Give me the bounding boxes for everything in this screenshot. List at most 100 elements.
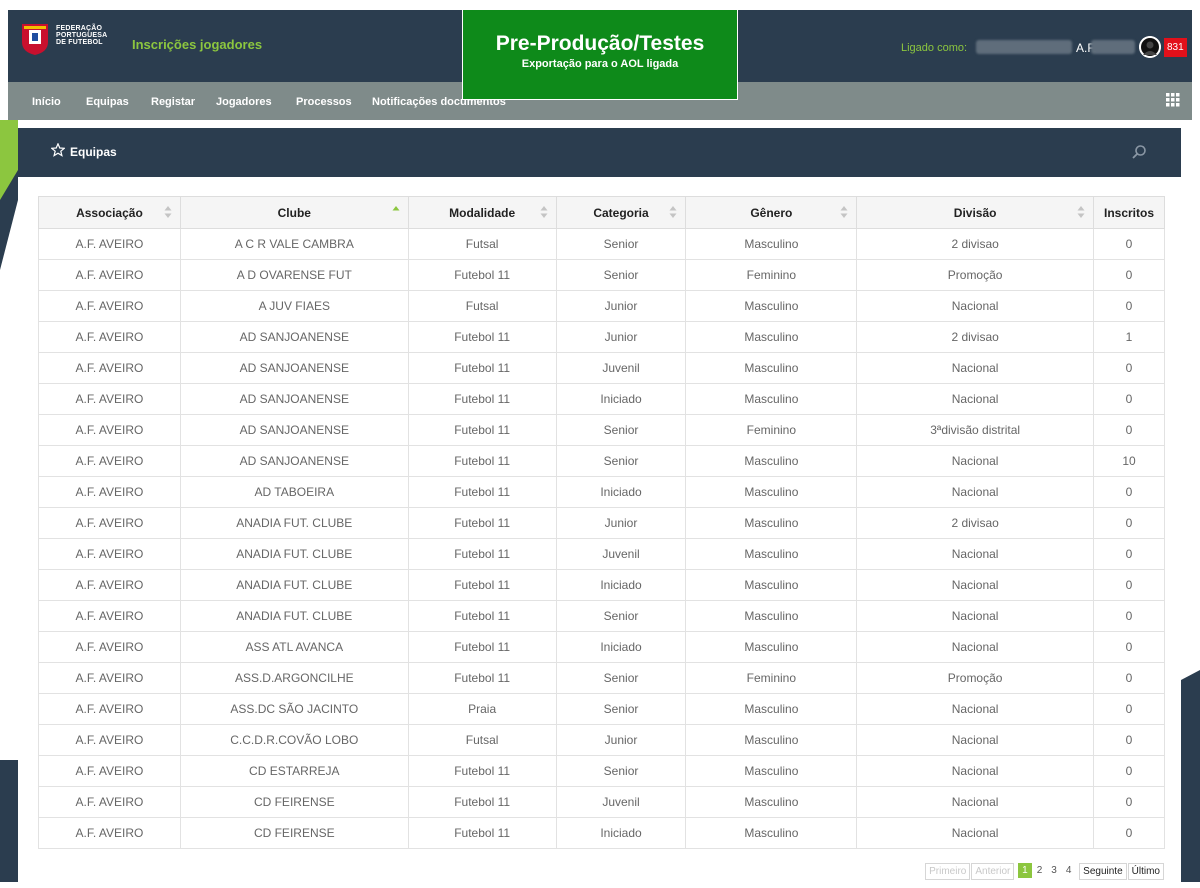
table-row[interactable]: A.F. AVEIRO ANADIA FUT. CLUBE Futebol 11 Se… — [38, 600, 1166, 632]
cell-clube: ANADIA FUT. CLUBE — [179, 507, 409, 539]
cell-categoria: Senior — [555, 414, 687, 446]
column-header-6[interactable]: Inscritos — [1092, 196, 1166, 229]
cell-genero: Masculino — [685, 817, 858, 849]
column-header-5[interactable]: Divisão — [856, 196, 1094, 229]
cell-modalidade: Futebol 11 — [407, 600, 557, 632]
cell-genero: Masculino — [685, 600, 858, 632]
environment-banner: Pre-Produção/Testes Exportação para o AO… — [462, 10, 738, 100]
table-row[interactable]: A.F. AVEIRO ANADIA FUT. CLUBE Futebol 11 In… — [38, 569, 1166, 601]
column-header-3[interactable]: Categoria — [555, 196, 687, 229]
pagination-page-1[interactable]: 1 — [1018, 863, 1032, 878]
cell-clube: ANADIA FUT. CLUBE — [179, 569, 409, 601]
column-header-2[interactable]: Modalidade — [407, 196, 557, 229]
cell-genero: Masculino — [685, 755, 858, 787]
cell-clube: A D OVARENSE FUT — [179, 259, 409, 291]
cell-clube: ANADIA FUT. CLUBE — [179, 600, 409, 632]
sort-icon — [540, 206, 548, 218]
cell-categoria: Juvenil — [555, 352, 687, 384]
cell-modalidade: Futsal — [407, 228, 557, 260]
cell-clube: AD SANJOANENSE — [179, 445, 409, 477]
cell-clube: AD TABOEIRA — [179, 476, 409, 508]
table-row[interactable]: A.F. AVEIRO AD SANJOANENSE Futebol 11 Inici… — [38, 383, 1166, 415]
sort-icon — [164, 206, 172, 218]
cell-categoria: Senior — [555, 228, 687, 260]
nav-item-registar[interactable]: Registar — [151, 96, 195, 108]
cell-categoria: Juvenil — [555, 538, 687, 570]
column-header-4[interactable]: Gênero — [685, 196, 858, 229]
column-header-0[interactable]: Associação — [38, 196, 181, 229]
cell-divisao: Nacional — [856, 352, 1094, 384]
nav-item-equipas[interactable]: Equipas — [86, 96, 129, 108]
pagination-next-button[interactable]: Seguinte — [1079, 863, 1127, 880]
cell-modalidade: Futebol 11 — [407, 786, 557, 818]
grid-icon[interactable] — [1166, 93, 1180, 107]
cell-modalidade: Futebol 11 — [407, 631, 557, 663]
table-row[interactable]: A.F. AVEIRO AD SANJOANENSE Futebol 11 Junio… — [38, 321, 1166, 353]
cell-divisao: Nacional — [856, 445, 1094, 477]
cell-clube: CD ESTARREJA — [179, 755, 409, 787]
cell-inscritos: 0 — [1092, 600, 1166, 632]
table-row[interactable]: A.F. AVEIRO A C R VALE CAMBRA Futsal Senior… — [38, 228, 1166, 260]
table-row[interactable]: A.F. AVEIRO A D OVARENSE FUT Futebol 11 Sen… — [38, 259, 1166, 291]
cell-categoria: Iniciado — [555, 383, 687, 415]
cell-modalidade: Futebol 11 — [407, 755, 557, 787]
pagination-last-button[interactable]: Último — [1127, 863, 1164, 880]
table-row[interactable]: A.F. AVEIRO AD SANJOANENSE Futebol 11 Senio… — [38, 414, 1166, 446]
cell-modalidade: Futebol 11 — [407, 538, 557, 570]
nav-item-processos[interactable]: Processos — [296, 96, 352, 108]
cell-divisao: Nacional — [856, 755, 1094, 787]
table-row[interactable]: A.F. AVEIRO ANADIA FUT. CLUBE Futebol 11 Ju… — [38, 538, 1166, 570]
pagination-previous-button[interactable]: Anterior — [971, 863, 1015, 880]
cell-divisao: Nacional — [856, 569, 1094, 601]
cell-divisao: Nacional — [856, 631, 1094, 663]
column-header-label: Clube — [277, 205, 311, 220]
sort-icon — [840, 206, 848, 218]
user-affiliation-redacted — [1091, 40, 1135, 54]
search-icon[interactable] — [1131, 144, 1147, 160]
cell-inscritos: 0 — [1092, 228, 1166, 260]
cell-genero: Masculino — [685, 383, 858, 415]
cell-inscritos: 0 — [1092, 290, 1166, 322]
table-row[interactable]: A.F. AVEIRO ASS.DC SÃO JACINTO Praia Senior… — [38, 693, 1166, 725]
cell-inscritos: 0 — [1092, 414, 1166, 446]
cell-associacao: A.F. AVEIRO — [38, 631, 181, 663]
cell-clube: AD SANJOANENSE — [179, 383, 409, 415]
column-header-1[interactable]: Clube — [179, 196, 409, 229]
cell-associacao: A.F. AVEIRO — [38, 445, 181, 477]
cell-inscritos: 0 — [1092, 724, 1166, 756]
pagination-page-2[interactable]: 2 — [1033, 863, 1047, 878]
table-row[interactable]: A.F. AVEIRO CD FEIRENSE Futebol 11 Juvenil M… — [38, 786, 1166, 818]
cell-associacao: A.F. AVEIRO — [38, 662, 181, 694]
app-title[interactable]: Inscrições jogadores — [132, 37, 262, 52]
table-row[interactable]: A.F. AVEIRO AD SANJOANENSE Futebol 11 Juven… — [38, 352, 1166, 384]
pagination-page-3[interactable]: 3 — [1047, 863, 1061, 878]
pagination-page-4[interactable]: 4 — [1062, 863, 1076, 878]
equipas-panel: Equipas Associação Clube Modalidade Categor… — [18, 128, 1181, 888]
table-row[interactable]: A.F. AVEIRO CD FEIRENSE Futebol 11 Iniciado… — [38, 817, 1166, 849]
cell-modalidade: Futebol 11 — [407, 507, 557, 539]
table-row[interactable]: A.F. AVEIRO AD SANJOANENSE Futebol 11 Senio… — [38, 445, 1166, 477]
table-row[interactable]: A.F. AVEIRO AD TABOEIRA Futebol 11 Iniciado… — [38, 476, 1166, 508]
cell-categoria: Juvenil — [555, 786, 687, 818]
cell-categoria: Junior — [555, 321, 687, 353]
table-row[interactable]: A.F. AVEIRO C.C.D.R.COVÃO LOBO Futsal Junio… — [38, 724, 1166, 756]
column-header-label: Gênero — [750, 205, 793, 220]
table-row[interactable]: A.F. AVEIRO A JUV FIAES Futsal Junior Mascul… — [38, 290, 1166, 322]
table-row[interactable]: A.F. AVEIRO ASS.D.ARGONCILHE Futebol 11 Sen… — [38, 662, 1166, 694]
nav-item-inicio[interactable]: Início — [32, 96, 61, 108]
pagination-first-button[interactable]: Primeiro — [925, 863, 971, 880]
cell-genero: Masculino — [685, 538, 858, 570]
notification-badge[interactable]: 831 — [1164, 38, 1187, 57]
cell-categoria: Senior — [555, 662, 687, 694]
table-row[interactable]: A.F. AVEIRO ANADIA FUT. CLUBE Futebol 11 Ju… — [38, 507, 1166, 539]
cell-associacao: A.F. AVEIRO — [38, 228, 181, 260]
column-header-label: Divisão — [953, 205, 997, 220]
table-row[interactable]: A.F. AVEIRO CD ESTARREJA Futebol 11 Senior M… — [38, 755, 1166, 787]
pagination: Primeiro Anterior 1234 Seguinte Último — [924, 863, 1164, 880]
table-row[interactable]: A.F. AVEIRO ASS ATL AVANCA Futebol 11 Inici… — [38, 631, 1166, 663]
nav-item-jogadores[interactable]: Jogadores — [216, 96, 272, 108]
cell-genero: Feminino — [685, 414, 858, 446]
user-name-redacted — [976, 40, 1072, 54]
user-avatar-icon[interactable] — [1139, 36, 1161, 58]
cell-divisao: Nacional — [856, 724, 1094, 756]
